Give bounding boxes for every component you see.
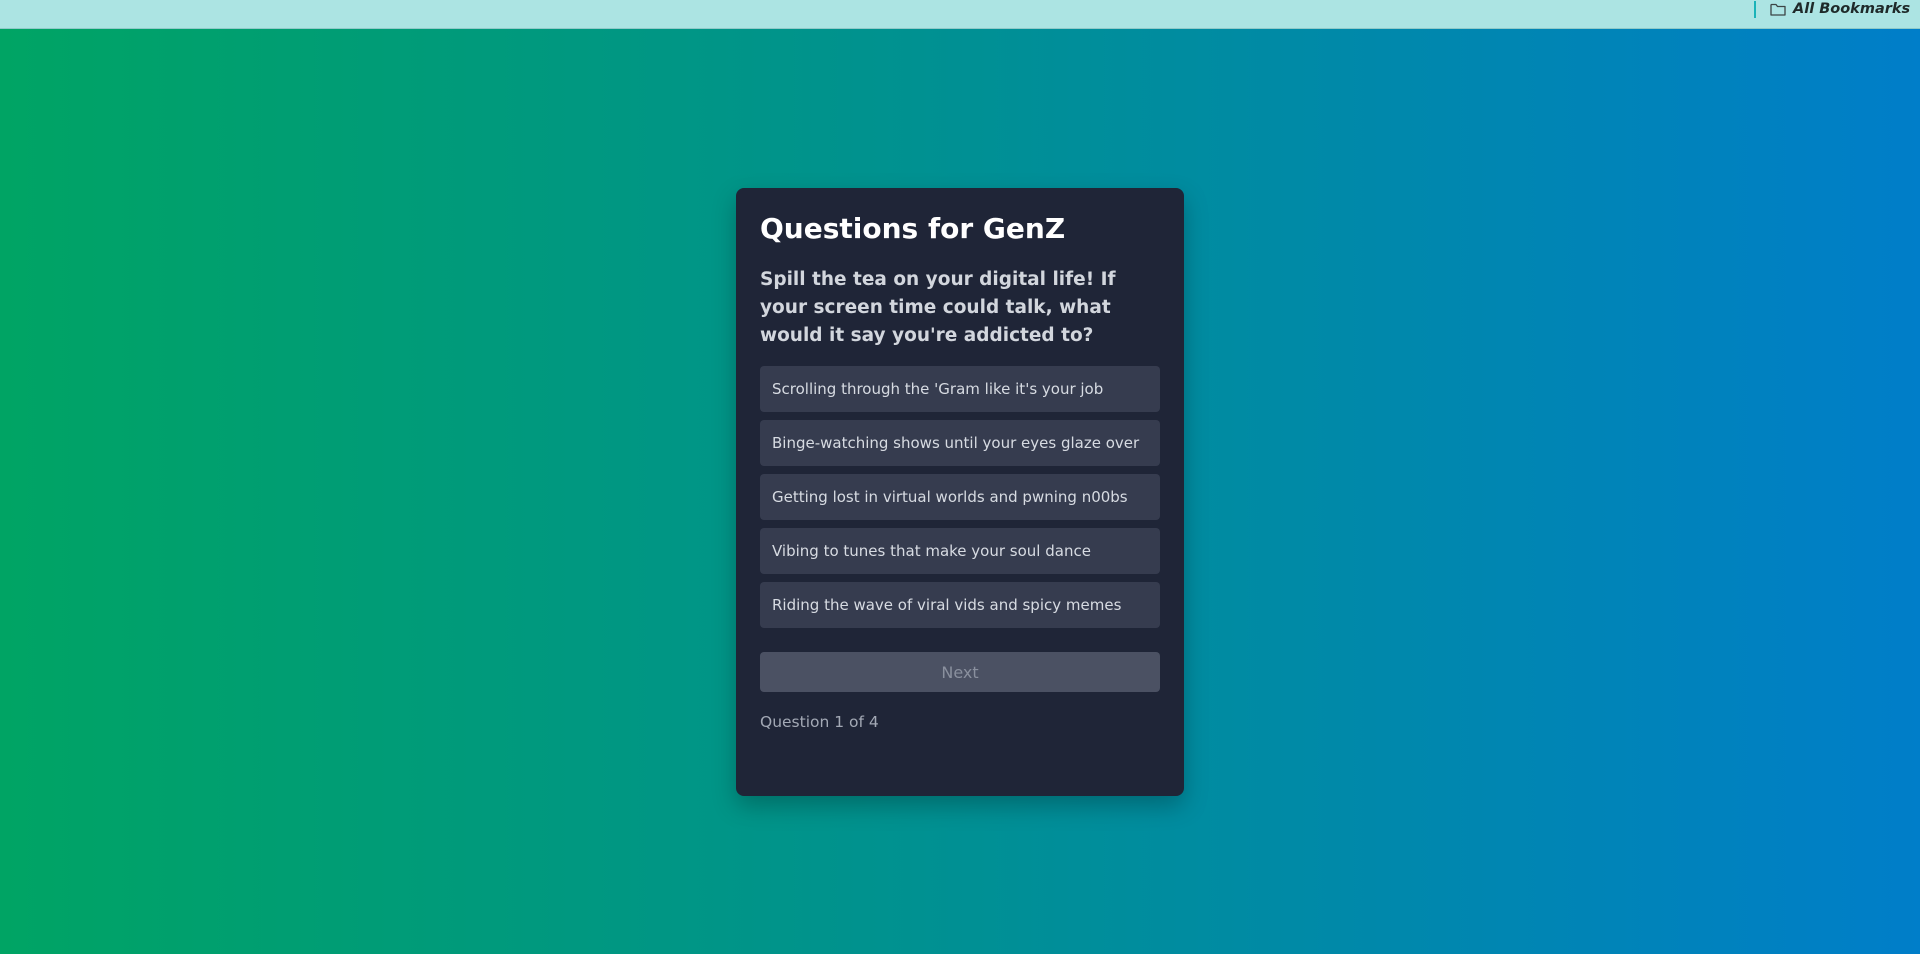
answer-options: Scrolling through the 'Gram like it's yo…: [760, 366, 1160, 628]
answer-option-3[interactable]: Getting lost in virtual worlds and pwnin…: [760, 474, 1160, 520]
quiz-title: Questions for GenZ: [760, 212, 1066, 245]
question-progress: Question 1 of 4: [760, 713, 879, 731]
answer-option-5[interactable]: Riding the wave of viral vids and spicy …: [760, 582, 1160, 628]
answer-option-1[interactable]: Scrolling through the 'Gram like it's yo…: [760, 366, 1160, 412]
answer-option-2[interactable]: Binge-watching shows until your eyes gla…: [760, 420, 1160, 466]
quiz-question: Spill the tea on your digital life! If y…: [760, 269, 1116, 346]
all-bookmarks-label: All Bookmarks: [1793, 1, 1911, 17]
next-button[interactable]: Next: [760, 652, 1160, 692]
bookmarks-divider: [1754, 1, 1756, 18]
folder-icon: [1770, 3, 1786, 16]
bookmarks-bar: All Bookmarks: [0, 0, 1920, 29]
answer-option-4[interactable]: Vibing to tunes that make your soul danc…: [760, 528, 1160, 574]
all-bookmarks-folder[interactable]: All Bookmarks: [1770, 0, 1910, 18]
quiz-card: Questions for GenZ Spill the tea on your…: [736, 188, 1184, 796]
